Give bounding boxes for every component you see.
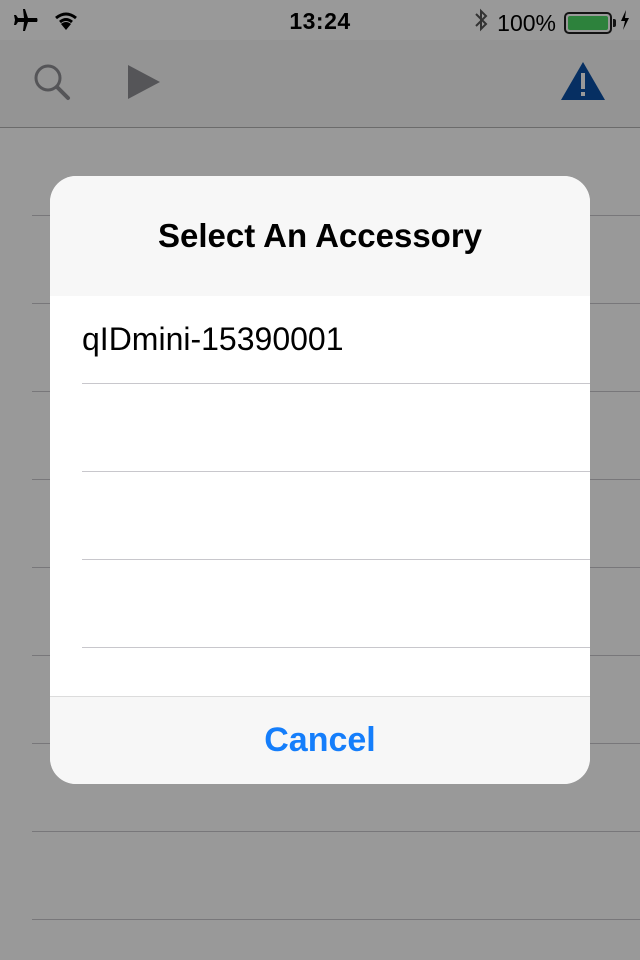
accessory-item[interactable] [82,384,590,472]
accessory-item[interactable] [82,560,590,648]
dialog-title: Select An Accessory [50,176,590,296]
cancel-button[interactable]: Cancel [50,696,590,784]
accessory-item[interactable] [82,648,590,696]
accessory-item[interactable]: qIDmini-15390001 [82,296,590,384]
accessory-list: qIDmini-15390001 [50,296,590,696]
accessory-item[interactable] [82,472,590,560]
accessory-picker-dialog: Select An Accessory qIDmini-15390001 Can… [50,176,590,784]
